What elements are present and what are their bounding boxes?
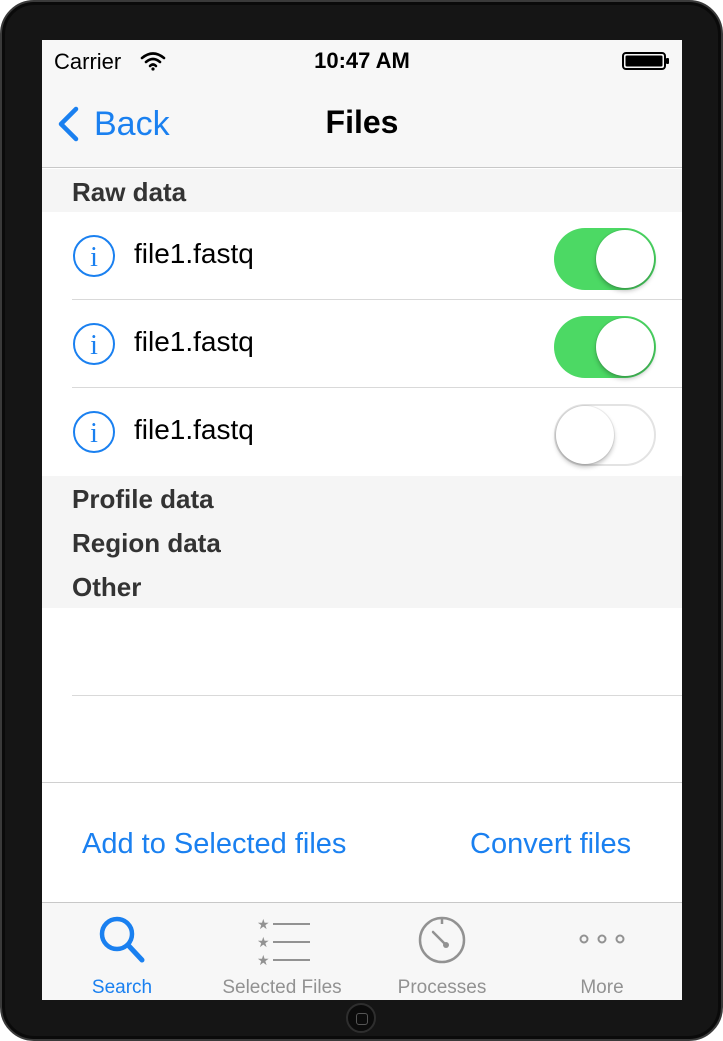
tab-label: Search [91,977,153,998]
tab-label: More [580,977,624,998]
file-name: file1.fastq [134,326,254,357]
section-header-group: Profile data Region data Other [42,476,682,608]
search-icon [99,916,145,963]
tab-bar: Search ★ ★ ★ Selected Files Processes Mo… [42,902,682,1000]
file-toggle[interactable] [554,228,656,290]
tab-label: Selected Files [222,977,342,998]
tab-label: Processes [397,977,487,998]
svg-text:i: i [90,242,98,273]
battery-icon [622,52,669,70]
starred-list-icon: ★ ★ ★ [257,917,310,965]
info-icon[interactable]: i [72,410,116,454]
svg-text:i: i [90,330,98,361]
svg-text:★: ★ [257,917,270,933]
page-title: Files [325,104,399,140]
section-label-profile-data[interactable]: Profile data [72,484,214,515]
section-label-raw-data: Raw data [72,177,187,207]
tab-search[interactable]: Search [42,903,202,1000]
info-icon[interactable]: i [72,322,116,366]
section-label-region-data[interactable]: Region data [72,528,221,559]
file-row: i file1.fastq [42,388,682,476]
toggle-knob [556,406,614,464]
home-button[interactable] [346,1003,376,1033]
convert-files-button[interactable]: Convert files [470,828,631,861]
toggle-knob [596,318,654,376]
more-dots-icon [579,934,625,944]
action-area-separator [42,782,682,783]
file-name: file1.fastq [134,238,254,269]
screen: Carrier 10:47 AM Back Files Raw data i f… [42,40,682,1000]
tab-processes[interactable]: Processes [362,903,522,1000]
toggle-knob [596,230,654,288]
file-toggle[interactable] [554,404,656,466]
svg-text:★: ★ [257,935,270,951]
nav-bar: Back Files [42,80,682,168]
file-name: file1.fastq [134,414,254,445]
info-icon[interactable]: i [72,234,116,278]
tab-more[interactable]: More [522,903,682,1000]
file-row: i file1.fastq [42,212,682,300]
svg-text:★: ★ [257,953,270,965]
svg-text:i: i [90,418,98,449]
empty-row-separator [72,695,682,696]
gauge-icon [418,916,466,964]
add-to-selected-button[interactable]: Add to Selected files [82,828,346,861]
file-toggle[interactable] [554,316,656,378]
file-row: i file1.fastq [42,300,682,388]
section-header-raw-data: Raw data [42,169,682,212]
status-bar: Carrier 10:47 AM [42,40,682,80]
tab-selected-files[interactable]: ★ ★ ★ Selected Files [202,903,362,1000]
status-time: 10:47 AM [314,48,410,73]
section-label-other[interactable]: Other [72,572,141,603]
